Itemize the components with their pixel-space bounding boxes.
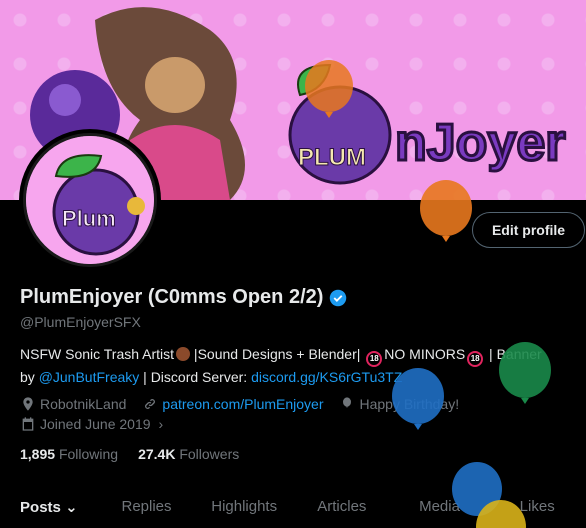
- bio-text: | Discord Server:: [139, 369, 252, 385]
- profile-avatar[interactable]: Plum: [19, 129, 161, 271]
- follow-stats: 1,895 Following 27.4K Followers: [20, 446, 239, 462]
- tab-replies[interactable]: Replies: [98, 486, 196, 528]
- no-minors-icon: 18: [366, 351, 383, 367]
- bio-text: NSFW Sonic Trash Artist: [20, 346, 175, 362]
- tab-highlights[interactable]: Highlights: [195, 486, 293, 528]
- balloon-decoration-orange-2: [420, 180, 472, 242]
- profile-name: PlumEnjoyer (C0mms Open 2/2): [20, 286, 324, 308]
- edit-profile-button[interactable]: Edit profile: [472, 212, 585, 248]
- profile-name-row: PlumEnjoyer (C0mms Open 2/2): [20, 286, 347, 309]
- balloon-decoration-blue: [392, 368, 444, 430]
- link-icon: [145, 399, 156, 409]
- mention-link[interactable]: @JunButFreaky: [39, 369, 140, 385]
- no-minors-icon: 18: [467, 351, 484, 367]
- following-stat[interactable]: 1,895 Following: [20, 446, 118, 462]
- balloon-decoration-yellow: [476, 500, 526, 528]
- bio-text: NO MINORS: [384, 346, 466, 362]
- website-link[interactable]: patreon.com/PlumEnjoyer: [162, 396, 323, 412]
- bio-text: |Sound Designs + Blender|: [190, 346, 365, 362]
- balloon-decoration-green: [499, 342, 551, 404]
- joined-date[interactable]: Joined June 2019 ›: [20, 416, 163, 432]
- balloon-icon: [343, 397, 352, 408]
- verified-badge-icon[interactable]: [329, 289, 347, 307]
- website[interactable]: patreon.com/PlumEnjoyer: [142, 396, 323, 412]
- followers-stat[interactable]: 27.4K Followers: [138, 446, 239, 462]
- discord-link[interactable]: discord.gg/KS6rGTu3TZ: [251, 369, 402, 385]
- tab-articles[interactable]: Articles: [293, 486, 391, 528]
- avatar-image: Plum: [23, 133, 157, 267]
- balloon-decoration-orange: [305, 60, 353, 118]
- tab-posts[interactable]: Posts ⌄: [0, 486, 98, 528]
- calendar-icon: [22, 417, 34, 431]
- emoji-icon: [176, 347, 191, 361]
- joined-row: Joined June 2019 ›: [20, 416, 163, 432]
- location: RobotnikLand: [20, 396, 126, 412]
- svg-text:Plum: Plum: [62, 206, 116, 231]
- bio-text: by: [20, 369, 39, 385]
- chevron-down-icon: ⌄: [65, 499, 78, 516]
- location-pin-icon: [23, 397, 33, 411]
- chevron-right-icon: ›: [158, 416, 164, 432]
- profile-handle: @PlumEnjoyerSFX: [20, 314, 141, 330]
- svg-text:nJoyer: nJoyer: [395, 114, 566, 172]
- svg-text:PLUM: PLUM: [298, 144, 366, 171]
